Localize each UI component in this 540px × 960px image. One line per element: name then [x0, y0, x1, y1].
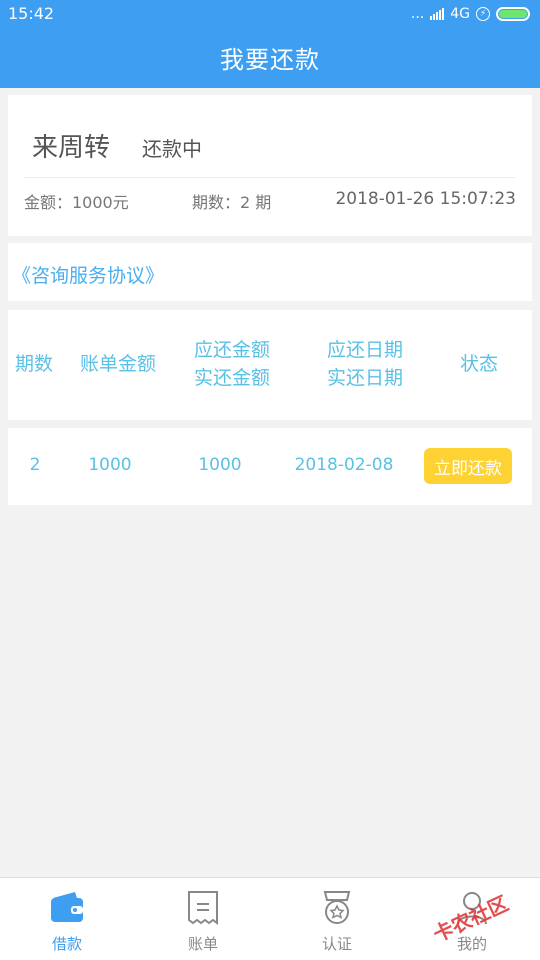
charging-icon: ⚡ — [476, 6, 490, 21]
divider — [24, 177, 516, 178]
loan-info-card: 来周转 还款中 金额：1000元 期数：2 期 2018-01-26 15:07… — [8, 95, 532, 236]
header-due-date: 应还日期 — [326, 339, 403, 361]
table-header: 期数 账单金额 应还金额 实还金额 应还日期 实还日期 状态 — [8, 310, 532, 420]
row-due-amount: 1000 — [198, 455, 242, 475]
table-row: 2 1000 1000 2018-02-08 立即还款 — [8, 428, 532, 505]
header-dates: 应还日期 实还日期 — [312, 336, 418, 392]
tab-auth[interactable]: 认证 — [292, 878, 382, 960]
header-status: 状态 — [459, 353, 498, 375]
tab-bill[interactable]: 账单 — [158, 878, 248, 960]
status-bar: 15:42 ... 4G ⚡ — [0, 0, 540, 27]
agreement-card: 《咨询服务协议》 — [8, 243, 532, 301]
status-icons: ... 4G ⚡ — [411, 6, 530, 22]
header-paid-amount: 实还金额 — [193, 367, 270, 389]
network-type: 4G — [450, 5, 470, 22]
page-title-bar: 我要还款 — [0, 27, 540, 88]
tab-label: 认证 — [321, 935, 352, 953]
tab-label: 借款 — [51, 935, 82, 953]
loan-periods: 期数：2 期 — [192, 193, 272, 212]
signal-icon — [430, 7, 445, 20]
receipt-icon — [186, 890, 220, 930]
header-paid-date: 实还日期 — [326, 367, 403, 389]
badge-icon — [320, 890, 354, 930]
notification-dots: ... — [410, 5, 425, 22]
header-amounts: 应还金额 实还金额 — [178, 336, 286, 392]
status-time: 15:42 — [8, 4, 55, 23]
row-due-date: 2018-02-08 — [294, 455, 394, 475]
battery-icon — [496, 6, 530, 21]
loan-amount: 金额：1000元 — [24, 193, 129, 212]
header-period: 期数 — [14, 353, 53, 375]
loan-status: 还款中 — [142, 137, 202, 161]
agreement-link[interactable]: 《咨询服务协议》 — [12, 261, 164, 288]
row-period: 2 — [29, 455, 41, 475]
row-bill-amount: 1000 — [88, 455, 132, 475]
wallet-icon — [49, 890, 85, 928]
page-title: 我要还款 — [220, 46, 320, 74]
header-due-amount: 应还金额 — [193, 339, 270, 361]
tab-label: 账单 — [187, 935, 218, 953]
repay-now-button[interactable]: 立即还款 — [424, 448, 512, 484]
loan-product-name: 来周转 — [32, 133, 111, 163]
loan-datetime: 2018-01-26 15:07:23 — [335, 189, 516, 209]
tab-borrow[interactable]: 借款 — [22, 878, 112, 960]
header-bill-amount: 账单金额 — [79, 353, 156, 375]
